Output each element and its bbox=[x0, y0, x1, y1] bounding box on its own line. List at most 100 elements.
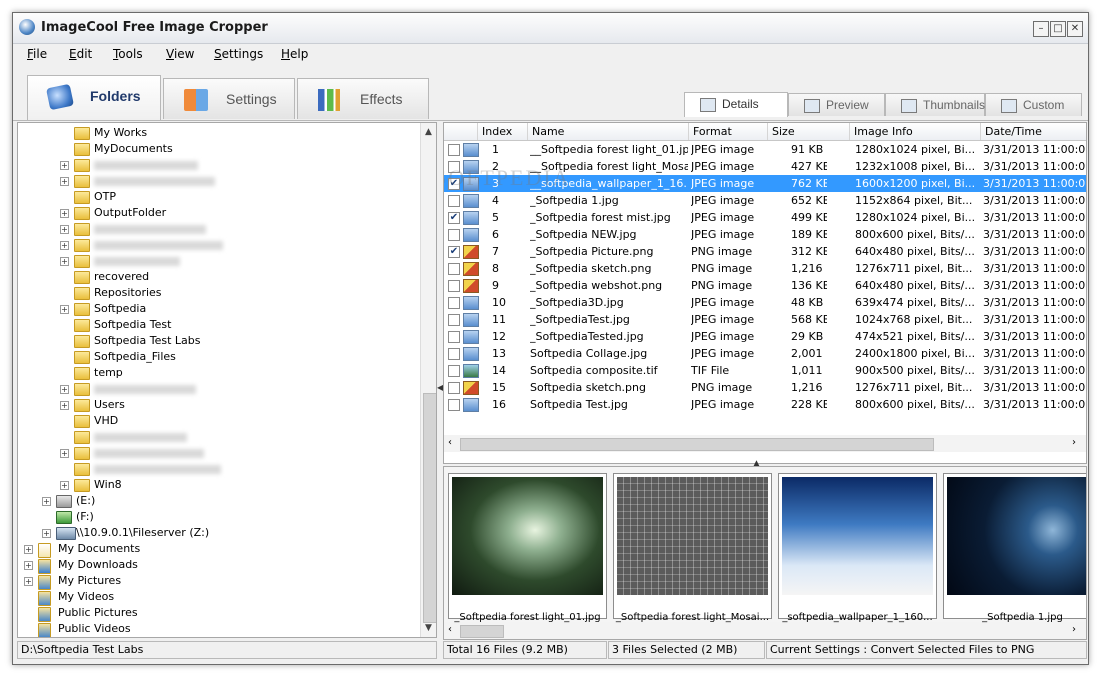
tree-node[interactable]: Softpedia_Files bbox=[18, 349, 418, 365]
row-checkbox[interactable] bbox=[448, 229, 460, 241]
tree-node[interactable]: + My Pictures bbox=[18, 573, 418, 590]
menu-edit[interactable]: Edit bbox=[69, 47, 92, 61]
table-row[interactable]: 4 _Softpedia 1.jpg JPEG image 652 KB 1152x86… bbox=[444, 192, 1086, 209]
menu-view[interactable]: View bbox=[166, 47, 194, 61]
menu-help[interactable]: Help bbox=[281, 47, 308, 61]
tree-node[interactable] bbox=[18, 461, 418, 477]
row-checkbox[interactable] bbox=[448, 399, 460, 411]
view-tab-custom[interactable]: Custom bbox=[985, 93, 1082, 116]
tree-node[interactable]: + bbox=[18, 237, 418, 253]
column-header-name[interactable]: Name bbox=[532, 125, 564, 138]
expand-icon[interactable]: + bbox=[60, 481, 69, 490]
view-tab-preview[interactable]: Preview bbox=[788, 93, 885, 116]
expand-icon[interactable]: + bbox=[24, 561, 33, 570]
tree-node[interactable]: + My Documents bbox=[18, 541, 418, 558]
tree-node[interactable]: + bbox=[18, 221, 418, 237]
tree-node[interactable]: + My Downloads bbox=[18, 557, 418, 574]
table-row[interactable]: 9 _Softpedia webshot.png PNG image 136 KB 64… bbox=[444, 277, 1086, 294]
tree-node[interactable]: + Win8 bbox=[18, 477, 418, 493]
thumbnail[interactable]: _Softpedia forest light_01.jpg bbox=[448, 473, 607, 623]
column-header-size[interactable]: Size bbox=[772, 125, 795, 138]
column-header-imageinfo[interactable]: Image Info bbox=[854, 125, 913, 138]
row-checkbox[interactable] bbox=[448, 365, 460, 377]
column-header-index[interactable]: Index bbox=[482, 125, 512, 138]
expand-icon[interactable]: + bbox=[60, 177, 69, 186]
file-list-hscrollbar[interactable]: ‹ › bbox=[444, 435, 1086, 452]
tree-node[interactable]: VHD bbox=[18, 413, 418, 429]
tree-node[interactable]: + bbox=[18, 445, 418, 461]
table-row[interactable]: 8 _Softpedia sketch.png PNG image 1,216 KB 1… bbox=[444, 260, 1086, 277]
thumbnail-strip[interactable]: ‹ › _Softpedia forest light_01.jpg _Softp… bbox=[443, 466, 1087, 640]
scroll-down-icon[interactable]: ▼ bbox=[425, 623, 432, 633]
expand-icon[interactable]: + bbox=[42, 529, 51, 538]
row-checkbox[interactable] bbox=[448, 297, 460, 309]
expand-icon[interactable]: + bbox=[60, 449, 69, 458]
column-header-datetime[interactable]: Date/Time bbox=[985, 125, 1042, 138]
tab-folders[interactable]: Folders bbox=[27, 75, 161, 120]
expand-icon[interactable]: + bbox=[60, 401, 69, 410]
expand-icon[interactable]: + bbox=[60, 241, 69, 250]
tree-node[interactable]: + bbox=[18, 157, 418, 173]
scroll-right-icon[interactable]: › bbox=[1072, 437, 1076, 448]
tree-node[interactable]: Public Videos bbox=[18, 621, 418, 637]
row-checkbox[interactable] bbox=[448, 263, 460, 275]
row-checkbox[interactable] bbox=[448, 348, 460, 360]
tab-settings[interactable]: Settings bbox=[163, 78, 295, 119]
tree-node[interactable]: temp bbox=[18, 365, 418, 381]
tree-node[interactable]: Softpedia Test bbox=[18, 317, 418, 333]
expand-icon[interactable]: + bbox=[60, 305, 69, 314]
view-tab-thumbnails[interactable]: Thumbnails bbox=[885, 93, 985, 116]
expand-icon[interactable]: + bbox=[24, 545, 33, 554]
tree-node[interactable]: Repositories bbox=[18, 285, 418, 301]
tree-node[interactable]: + bbox=[18, 173, 418, 189]
tab-effects[interactable]: Effects bbox=[297, 78, 429, 119]
tree-node[interactable]: + bbox=[18, 253, 418, 269]
thumbnail[interactable]: _Softpedia 1.jpg bbox=[943, 473, 1086, 623]
tree-node[interactable]: (F:) bbox=[18, 509, 418, 525]
file-list[interactable]: Index Name Format Size Image Info Date/Time 1… bbox=[443, 122, 1087, 464]
scroll-up-icon[interactable]: ▲ bbox=[425, 127, 432, 137]
tree-node[interactable]: My Videos bbox=[18, 589, 418, 606]
tree-node[interactable]: + \\10.9.0.1\Fileserver (Z:) bbox=[18, 525, 418, 541]
expand-icon[interactable]: + bbox=[60, 209, 69, 218]
thumb-scroll-right-icon[interactable]: › bbox=[1072, 624, 1076, 635]
table-row[interactable]: 12 _SoftpediaTested.jpg JPEG image 29 KB 474… bbox=[444, 328, 1086, 345]
column-header-format[interactable]: Format bbox=[693, 125, 732, 138]
expand-icon[interactable]: + bbox=[60, 257, 69, 266]
row-checkbox[interactable] bbox=[448, 314, 460, 326]
table-row[interactable]: 11 _SoftpediaTest.jpg JPEG image 568 KB 1024… bbox=[444, 311, 1086, 328]
close-button[interactable]: ✕ bbox=[1067, 21, 1083, 37]
row-checkbox[interactable] bbox=[448, 144, 460, 156]
scroll-left-icon[interactable]: ‹ bbox=[448, 437, 452, 448]
menu-tools[interactable]: Tools bbox=[113, 47, 143, 61]
tree-node[interactable]: + Softpedia bbox=[18, 301, 418, 317]
tree-node[interactable]: + (E:) bbox=[18, 493, 418, 509]
tree-node[interactable]: My Works bbox=[18, 125, 418, 141]
row-checkbox[interactable]: ✔ bbox=[448, 212, 460, 224]
tree-node[interactable]: + bbox=[18, 381, 418, 397]
tree-node[interactable]: recovered bbox=[18, 269, 418, 285]
row-checkbox[interactable]: ✔ bbox=[448, 246, 460, 258]
thumb-scroll-thumb[interactable] bbox=[460, 625, 504, 638]
view-tab-details[interactable]: Details bbox=[684, 92, 788, 117]
expand-icon[interactable]: + bbox=[24, 577, 33, 586]
expand-icon[interactable]: + bbox=[60, 161, 69, 170]
tree-node[interactable]: + OutputFolder bbox=[18, 205, 418, 221]
row-checkbox[interactable] bbox=[448, 195, 460, 207]
thumbnail[interactable]: _Softpedia forest light_Mosai... bbox=[613, 473, 772, 623]
menu-settings[interactable]: Settings bbox=[214, 47, 263, 61]
table-row[interactable]: 10 _Softpedia3D.jpg JPEG image 48 KB 639x474… bbox=[444, 294, 1086, 311]
table-row[interactable]: 14 Softpedia composite.tif TIF File 1,011 K… bbox=[444, 362, 1086, 379]
tree-scrollbar[interactable]: ▲ ▼ bbox=[420, 123, 436, 637]
thumb-scroll-left-icon[interactable]: ‹ bbox=[448, 624, 452, 635]
table-row[interactable]: ✔ 7 _Softpedia Picture.png PNG image 312 KB 6… bbox=[444, 243, 1086, 260]
thumbnail[interactable]: _softpedia_wallpaper_1_160... bbox=[778, 473, 937, 623]
expand-icon[interactable]: + bbox=[42, 497, 51, 506]
folder-tree[interactable]: My Works MyDocuments + + OTP + OutputFolder + + +… bbox=[17, 122, 437, 638]
minimize-button[interactable]: – bbox=[1033, 21, 1049, 37]
expand-icon[interactable]: + bbox=[60, 385, 69, 394]
row-checkbox[interactable] bbox=[448, 280, 460, 292]
table-row[interactable]: 13 Softpedia Collage.jpg JPEG image 2,001 K… bbox=[444, 345, 1086, 362]
file-list-scroll-thumb[interactable] bbox=[460, 438, 934, 451]
row-checkbox[interactable] bbox=[448, 331, 460, 343]
